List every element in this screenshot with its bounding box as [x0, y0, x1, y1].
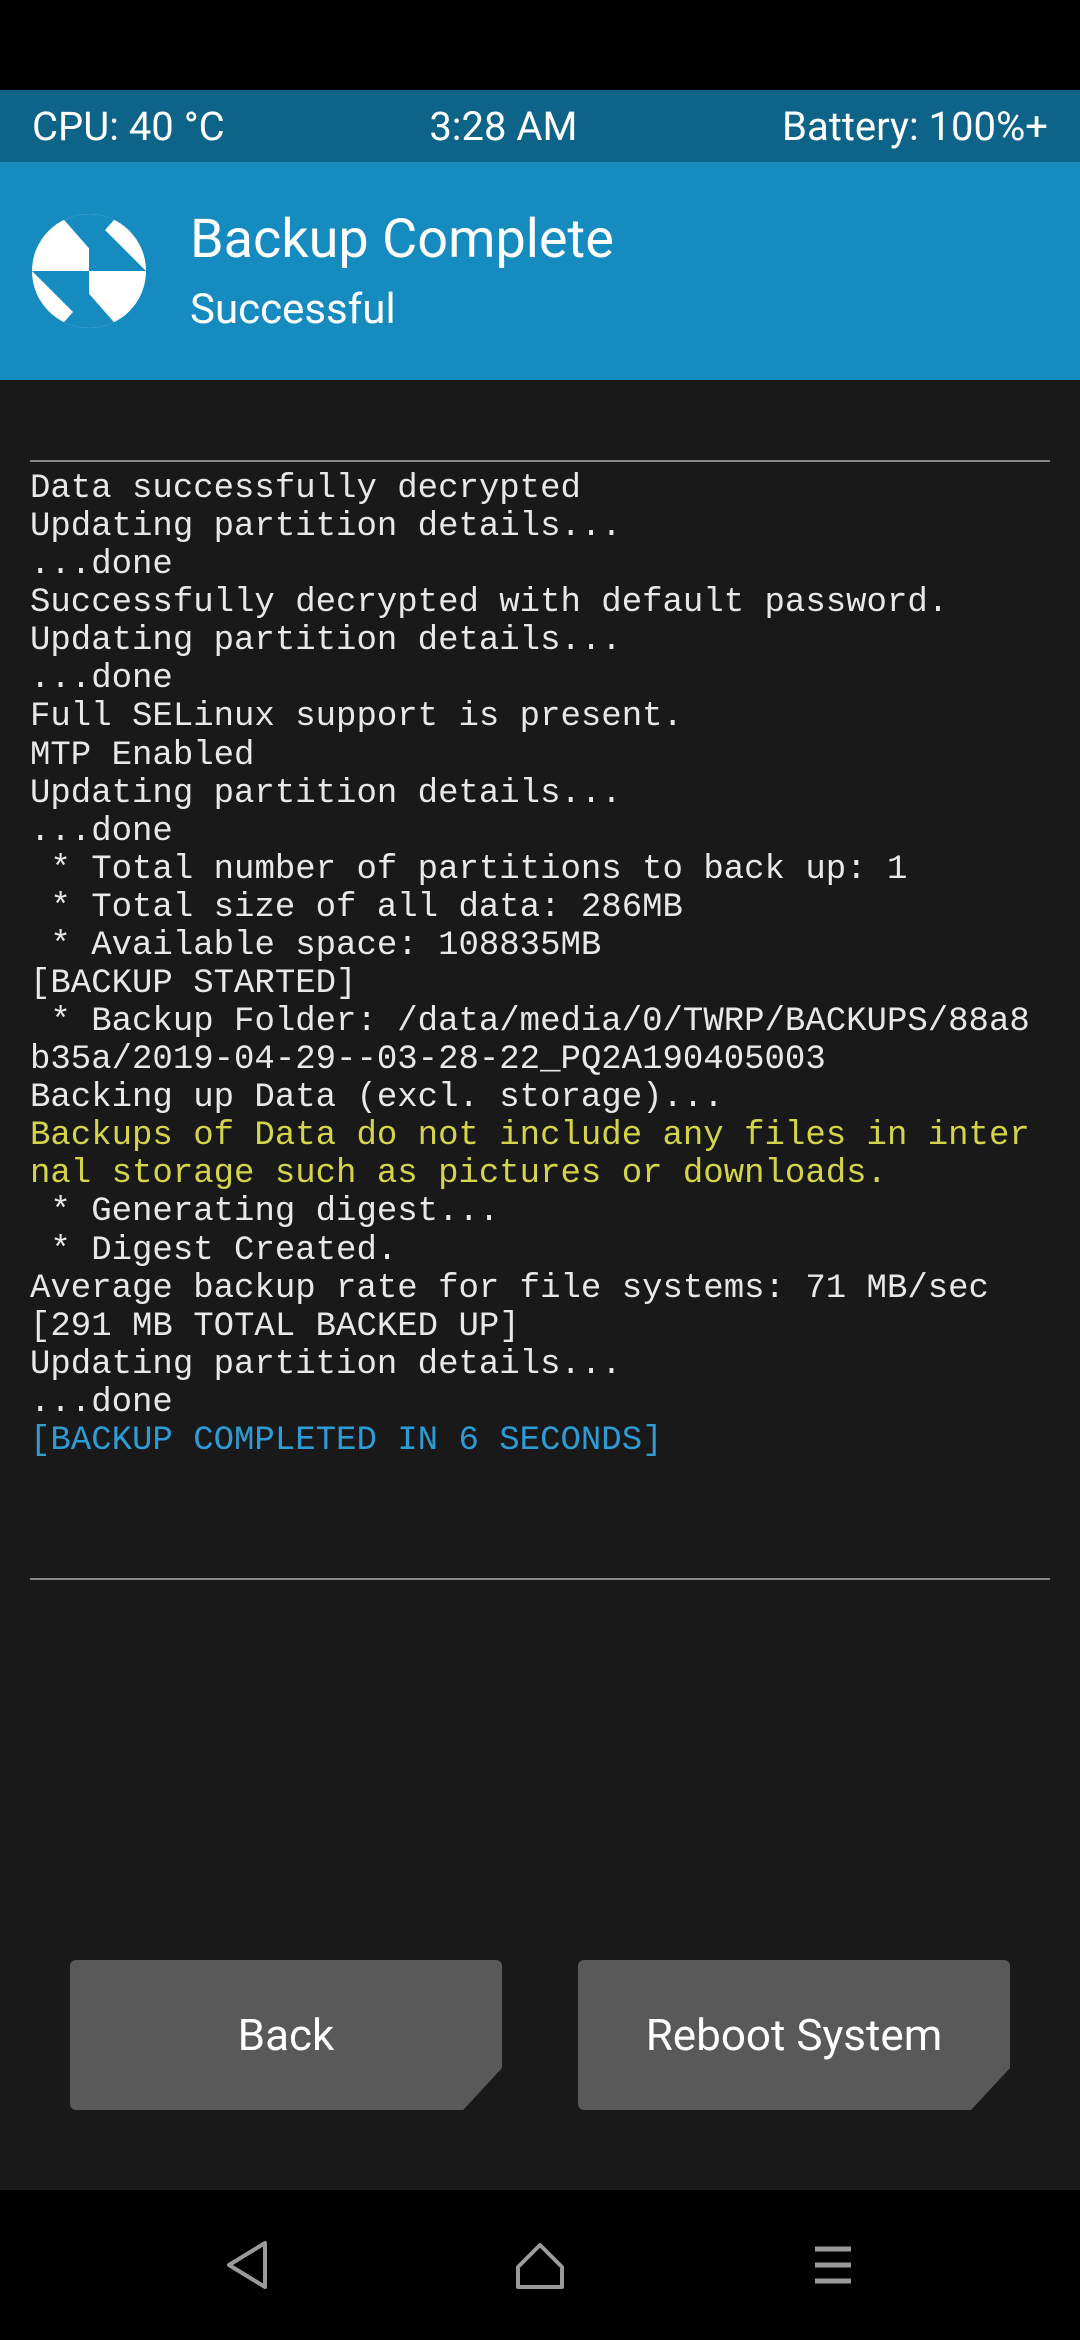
- log-line: * Generating digest...: [30, 1193, 1050, 1231]
- log-line: * Digest Created.: [30, 1232, 1050, 1270]
- top-spacer: [0, 0, 1080, 90]
- log-line: ...done: [30, 1384, 1050, 1422]
- log-line: MTP Enabled: [30, 737, 1050, 775]
- log-line: ...done: [30, 660, 1050, 698]
- log-line: Data successfully decrypted: [30, 470, 1050, 508]
- page-subtitle: Successful: [190, 285, 614, 334]
- twrp-logo-icon: [32, 214, 146, 328]
- nav-back-icon[interactable]: [217, 2235, 277, 2295]
- status-bar: CPU: 40 °C 3:28 AM Battery: 100%+: [0, 90, 1080, 162]
- log-line: Successfully decrypted with default pass…: [30, 584, 1050, 622]
- log-line: [291 MB TOTAL BACKED UP]: [30, 1308, 1050, 1346]
- log-line: * Available space: 108835MB: [30, 927, 1050, 965]
- back-button[interactable]: Back: [70, 1960, 502, 2110]
- nav-recent-icon[interactable]: [803, 2235, 863, 2295]
- log-line: Backups of Data do not include any files…: [30, 1117, 1050, 1193]
- log-line: Updating partition details...: [30, 775, 1050, 813]
- log-line: * Total size of all data: 286MB: [30, 889, 1050, 927]
- log-line: * Total number of partitions to back up:…: [30, 851, 1050, 889]
- log-output: Data successfully decryptedUpdating part…: [30, 460, 1050, 1580]
- log-line: Average backup rate for file systems: 71…: [30, 1270, 1050, 1308]
- log-line: * Backup Folder: /data/media/0/TWRP/BACK…: [30, 1003, 1050, 1079]
- battery-status: Battery: 100%+: [782, 103, 1048, 150]
- log-line: ...done: [30, 813, 1050, 851]
- log-line: Updating partition details...: [30, 622, 1050, 660]
- nav-home-icon[interactable]: [510, 2235, 570, 2295]
- clock: 3:28 AM: [429, 103, 577, 150]
- android-nav-bar: [0, 2190, 1080, 2340]
- log-line: [BACKUP COMPLETED IN 6 SECONDS]: [30, 1422, 1050, 1460]
- log-line: Backing up Data (excl. storage)...: [30, 1079, 1050, 1117]
- cpu-temp: CPU: 40 °C: [32, 103, 225, 150]
- page-title: Backup Complete: [190, 208, 614, 271]
- log-line: ...done: [30, 546, 1050, 584]
- reboot-system-button[interactable]: Reboot System: [578, 1960, 1010, 2110]
- log-line: [BACKUP STARTED]: [30, 965, 1050, 1003]
- button-row: Back Reboot System: [30, 1960, 1050, 2110]
- log-line: Updating partition details...: [30, 1346, 1050, 1384]
- header: Backup Complete Successful: [0, 162, 1080, 380]
- log-line: Updating partition details...: [30, 508, 1050, 546]
- log-line: Full SELinux support is present.: [30, 698, 1050, 736]
